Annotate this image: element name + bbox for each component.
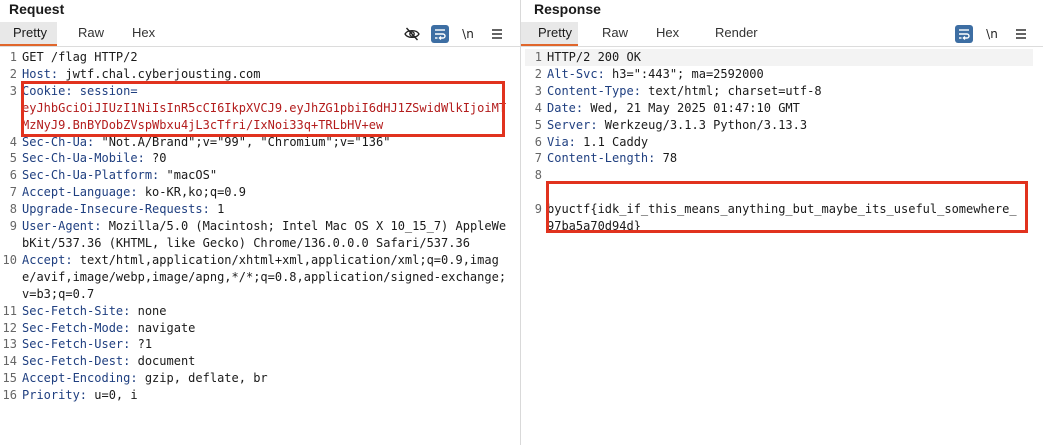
session-cookie-value: eyJhbGciOiJIUzI1NiIsInR5cCI6IkpXVCJ9.eyJ… <box>22 100 507 132</box>
response-line-1: 1 HTTP/2 200 OK <box>525 49 1033 66</box>
request-line-3-cookie: 3 Cookie: session= eyJhbGciOiJIUzI1NiIsIn… <box>9 83 507 132</box>
newline-toggle[interactable]: \n <box>458 24 478 44</box>
request-line-4: 4 Sec-Ch-Ua: "Not.A/Brand";v="99", "Chro… <box>9 134 391 149</box>
response-line-4: 4 Date: Wed, 21 May 2025 01:47:10 GMT <box>534 100 800 115</box>
response-toolbar: \n <box>955 24 1031 44</box>
request-line-2: 2 Host: jwtf.chal.cyberjousting.com <box>9 66 261 81</box>
request-tab-raw[interactable]: Raw <box>57 22 112 46</box>
response-line-8: 8 <box>534 168 542 183</box>
response-line-5: 5 Server: Werkzeug/3.1.3 Python/3.13.3 <box>534 117 808 132</box>
request-editor[interactable]: 1 GET /flag HTTP/2 2 Host: jwtf.chal.cyb… <box>0 49 520 445</box>
request-line-13: 13 Sec-Fetch-User: ?1 <box>2 337 153 352</box>
request-line-16: 16 Priority: u=0, i <box>2 388 138 403</box>
response-line-7: 7 Content-Length: 78 <box>534 151 678 166</box>
request-line-6: 6 Sec-Ch-Ua-Platform: "macOS" <box>9 168 218 183</box>
response-line-9-body: 9 byuctf{idk_if_this_means_anything_but_… <box>525 201 1043 235</box>
response-tab-hex[interactable]: Hex <box>634 22 689 46</box>
request-tab-divider <box>0 46 520 47</box>
response-editor[interactable]: 1 HTTP/2 200 OK 2 Alt-Svc: h3=":443"; ma… <box>525 49 1043 445</box>
request-line-8: 8 Upgrade-Insecure-Requests: 1 <box>9 202 225 217</box>
eye-slash-icon[interactable] <box>402 24 422 44</box>
http-message-viewer: Request Pretty Raw Hex \n 1 GET /flag HT… <box>0 0 1043 445</box>
request-line-11: 11 Sec-Fetch-Site: none <box>2 303 167 318</box>
response-line-3: 3 Content-Type: text/html; charset=utf-8 <box>534 83 822 98</box>
newline-toggle[interactable]: \n <box>982 24 1002 44</box>
request-toolbar: \n <box>402 24 507 44</box>
hamburger-menu-icon[interactable] <box>487 24 507 44</box>
request-line-15: 15 Accept-Encoding: gzip, deflate, br <box>2 371 268 386</box>
request-line-9: 9 User-Agent: Mozilla/5.0 (Macintosh; In… <box>9 219 507 250</box>
response-tab-raw[interactable]: Raw <box>578 22 634 46</box>
response-panel: Response Pretty Raw Hex Render \n 1 HTTP… <box>521 0 1043 445</box>
wrap-lines-icon[interactable] <box>955 25 973 43</box>
request-tab-hex[interactable]: Hex <box>112 22 160 46</box>
request-tab-pretty[interactable]: Pretty <box>0 22 57 46</box>
hamburger-menu-icon[interactable] <box>1011 24 1031 44</box>
response-line-6: 6 Via: 1.1 Caddy <box>534 134 649 149</box>
response-tab-render[interactable]: Render <box>689 22 759 46</box>
request-line-14: 14 Sec-Fetch-Dest: document <box>2 354 196 369</box>
response-tab-pretty[interactable]: Pretty <box>521 22 578 46</box>
response-title: Response <box>534 1 601 17</box>
response-line-2: 2 Alt-Svc: h3=":443"; ma=2592000 <box>534 66 764 81</box>
flag-text: byuctf{idk_if_this_means_anything_but_ma… <box>547 202 1017 234</box>
request-line-10: 10 Accept: text/html,application/xhtml+x… <box>2 252 507 301</box>
request-line-1: 1 GET /flag HTTP/2 <box>9 50 138 64</box>
request-line-5: 5 Sec-Ch-Ua-Mobile: ?0 <box>9 151 167 166</box>
request-tabs: Pretty Raw Hex <box>0 22 160 46</box>
request-panel: Request Pretty Raw Hex \n 1 GET /flag HT… <box>0 0 521 445</box>
request-line-7: 7 Accept-Language: ko-KR,ko;q=0.9 <box>9 185 246 200</box>
wrap-lines-icon[interactable] <box>431 25 449 43</box>
request-title: Request <box>9 1 65 17</box>
response-tab-divider <box>521 46 1043 47</box>
response-tabs: Pretty Raw Hex Render <box>521 22 759 46</box>
request-line-12: 12 Sec-Fetch-Mode: navigate <box>2 320 196 335</box>
